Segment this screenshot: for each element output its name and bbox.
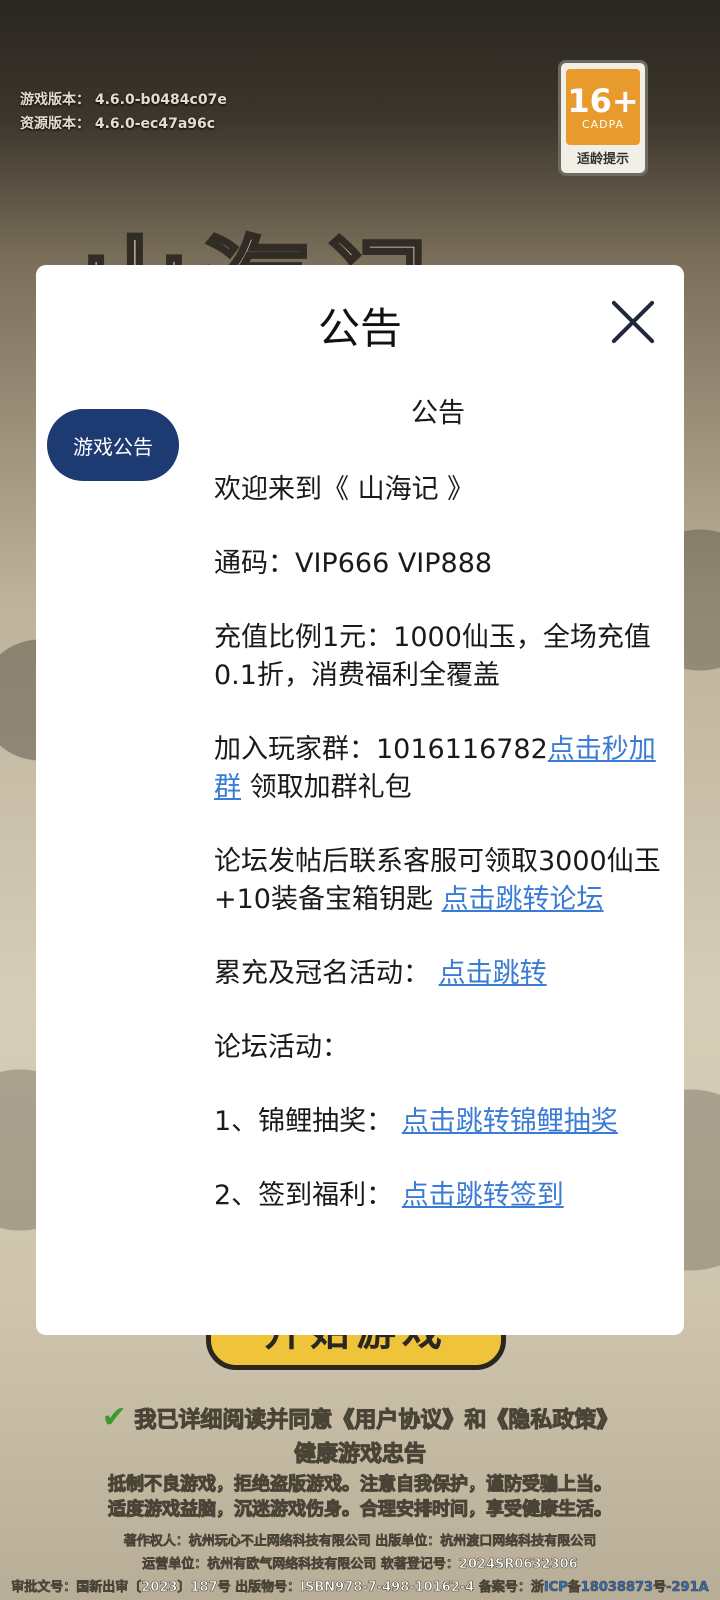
koi-paragraph: 1、锦鲤抽奖： 点击跳转锦鲤抽奖 [214,1103,662,1141]
announcement-content: 公告 欢迎来到《 山海记 》 通码：VIP666 VIP888 充值比例1元：1… [214,395,662,1251]
health-advice-line-1: 抵制不良游戏，拒绝盗版游戏。注意自我保护，谨防受骗上当。 [108,1474,613,1496]
privacy-policy-link[interactable]: 《隐私政策》 [486,1408,619,1434]
resource-version-label: 资源版本： [20,116,90,132]
codes-text: 通码：VIP666 VIP888 [214,548,493,579]
checkbox-checked-icon[interactable]: ✔ [102,1400,127,1435]
group-text: 加入玩家群：1016116782 [214,734,548,765]
game-version-label: 游戏版本： [20,92,90,108]
agreement-row: ✔ 我已详细阅读并同意《用户协议》和《隐私政策》 [0,1400,720,1435]
forum-activity-heading: 论坛活动： [214,1032,349,1063]
health-advice-title: 健康游戏忠告 [293,1442,426,1468]
forum-paragraph: 论坛发帖后联系客服可领取3000仙玉+10装备宝箱钥匙 点击跳转论坛 [214,843,662,919]
game-version-value: 4.6.0-b0484c07e [94,92,227,108]
accum-link[interactable]: 点击跳转 [439,958,547,989]
signin-link[interactable]: 点击跳转签到 [402,1180,564,1211]
signin-paragraph: 2、签到福利： 点击跳转签到 [214,1177,662,1215]
agreement-text: 我已详细阅读并同意 [134,1408,333,1434]
recharge-text: 充值比例1元：1000仙玉，全场充值0.1折，消费福利全覆盖 [214,622,651,691]
version-info: 游戏版本： 4.6.0-b0484c07e 资源版本： 4.6.0-ec47a9… [20,88,227,136]
resource-version-value: 4.6.0-ec47a96c [94,116,216,132]
koi-text: 1、锦鲤抽奖： [214,1106,394,1137]
tab-game-announcement-label: 游戏公告 [73,434,153,459]
age-rating-badge[interactable]: 16+ CADPA 适龄提示 [558,60,648,176]
modal-title: 公告 [317,304,402,353]
signin-text: 2、签到福利： [214,1180,394,1211]
announcement-modal: 公告 游戏公告 公告 欢迎来到《 山海记 》 通码：VIP666 VIP888 … [36,265,684,1335]
accum-paragraph: 累充及冠名活动： 点击跳转 [214,955,662,993]
agreement-and: 和 [464,1408,487,1434]
forum-link[interactable]: 点击跳转论坛 [442,884,604,915]
tab-game-announcement[interactable]: 游戏公告 [47,409,179,481]
welcome-text: 欢迎来到《 山海记 》 [214,474,475,505]
age-rating-org: CADPA [581,117,625,131]
age-rating-icon: 16+ CADPA [566,69,640,145]
health-advice-line-2: 适度游戏益脑，沉迷游戏伤身。合理安排时间，享受健康生活。 [108,1499,613,1521]
group-suffix: 领取加群礼包 [241,772,412,803]
age-rating-tip: 适龄提示 [576,152,629,167]
close-icon[interactable] [610,299,656,345]
content-title: 公告 [411,398,465,429]
group-paragraph: 加入玩家群：1016116782点击秒加群 领取加群礼包 [214,731,662,807]
legal-line-3-text: 审批文号：国新出审〔2023〕187号 出版物号：ISBN978-7-498-1… [11,1580,531,1596]
user-agreement-link[interactable]: 《用户协议》 [332,1408,465,1434]
legal-line-2: 运营单位：杭州有欧气网络科技有限公司 软著登记号：2024SR0632306 [142,1557,578,1573]
legal-line-3: 审批文号：国新出审〔2023〕187号 出版物号：ISBN978-7-498-1… [0,1576,720,1596]
age-rating-number: 16+ [567,81,639,120]
legal-line-1: 著作权人：杭州玩心不止网络科技有限公司 出版单位：杭州渡口网络科技有限公司 [123,1534,597,1550]
accum-text: 累充及冠名活动： [214,958,430,989]
icp-link[interactable]: 浙ICP备18038873号-291A [531,1580,709,1596]
koi-link[interactable]: 点击跳转锦鲤抽奖 [402,1106,618,1137]
